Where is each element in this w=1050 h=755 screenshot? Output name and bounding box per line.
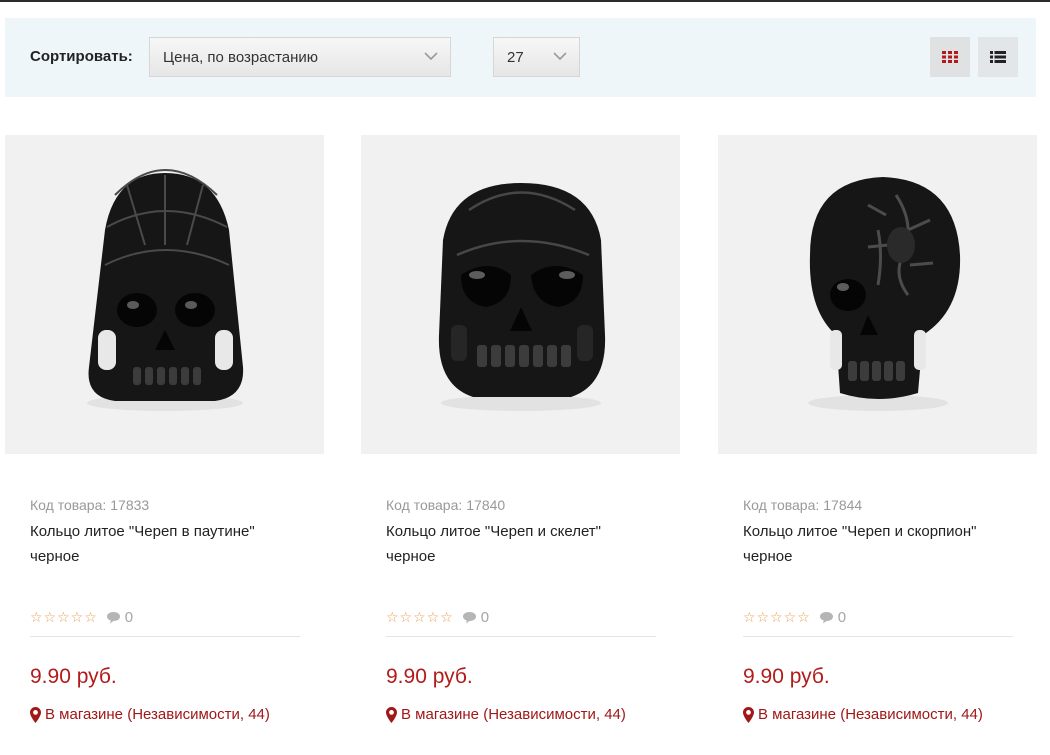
product-code-label: Код товара:: [743, 497, 820, 513]
product-title[interactable]: Кольцо литое "Череп и скелет" черное: [386, 519, 641, 569]
product-code-value: 17840: [466, 497, 506, 513]
grid-icon: [942, 51, 958, 63]
map-marker-icon: [30, 706, 41, 723]
store-availability[interactable]: В магазине (Независимости, 44): [743, 706, 983, 723]
sort-label: Сортировать:: [30, 48, 133, 65]
rating-stars[interactable]: ☆☆☆☆☆: [30, 609, 98, 626]
product-code: Код товара: 17833: [30, 497, 149, 513]
top-border: [0, 0, 1050, 2]
comments-count[interactable]: 0: [462, 609, 489, 626]
divider: [743, 636, 1013, 637]
comments-count-value: 0: [480, 609, 490, 626]
per-page-value: 27: [507, 49, 524, 66]
sort-select[interactable]: Цена, по возрастанию: [149, 37, 451, 77]
grid-view-button[interactable]: [930, 37, 970, 77]
product-code-label: Код товара:: [386, 497, 463, 513]
comments-count-value: 0: [837, 609, 847, 626]
store-text: В магазине (Независимости, 44): [401, 706, 626, 723]
product-rating: ☆☆☆☆☆ 0: [386, 609, 489, 626]
sort-select-value: Цена, по возрастанию: [163, 49, 319, 66]
product-price: 9.90 руб.: [743, 665, 830, 688]
product-code-value: 17833: [110, 497, 150, 513]
product-rating: ☆☆☆☆☆ 0: [30, 609, 133, 626]
product-card: Код товара: 17833 Кольцо литое "Череп в п…: [5, 135, 324, 735]
rating-stars[interactable]: ☆☆☆☆☆: [743, 609, 811, 626]
store-availability[interactable]: В магазине (Независимости, 44): [386, 706, 626, 723]
chevron-down-icon: [553, 52, 567, 61]
product-code-value: 17844: [823, 497, 863, 513]
store-text: В магазине (Независимости, 44): [45, 706, 270, 723]
product-price: 9.90 руб.: [30, 665, 117, 688]
comments-count[interactable]: 0: [819, 609, 846, 626]
divider: [30, 636, 300, 637]
product-image[interactable]: [718, 135, 1037, 454]
comments-count[interactable]: 0: [106, 609, 133, 626]
divider: [386, 636, 656, 637]
list-icon: [990, 51, 1006, 63]
comment-icon: [106, 612, 120, 624]
product-code: Код товара: 17844: [743, 497, 862, 513]
map-marker-icon: [743, 706, 754, 723]
product-code-label: Код товара:: [30, 497, 107, 513]
chevron-down-icon: [424, 52, 438, 61]
product-image[interactable]: [361, 135, 680, 454]
product-rating: ☆☆☆☆☆ 0: [743, 609, 846, 626]
product-price: 9.90 руб.: [386, 665, 473, 688]
product-code: Код товара: 17840: [386, 497, 505, 513]
product-card: Код товара: 17840 Кольцо литое "Череп и с…: [361, 135, 680, 735]
product-title[interactable]: Кольцо литое "Череп и скорпион" черное: [743, 519, 998, 569]
product-card: Код товара: 17844 Кольцо литое "Череп и с…: [718, 135, 1037, 735]
comment-icon: [819, 612, 833, 624]
list-view-button[interactable]: [978, 37, 1018, 77]
product-title[interactable]: Кольцо литое "Череп в паутине" черное: [30, 519, 285, 569]
rating-stars[interactable]: ☆☆☆☆☆: [386, 609, 454, 626]
map-marker-icon: [386, 706, 397, 723]
per-page-select[interactable]: 27: [493, 37, 580, 77]
comment-icon: [462, 612, 476, 624]
comments-count-value: 0: [124, 609, 134, 626]
sort-toolbar: Сортировать: Цена, по возрастанию 27: [5, 18, 1036, 97]
store-availability[interactable]: В магазине (Независимости, 44): [30, 706, 270, 723]
product-image[interactable]: [5, 135, 324, 454]
store-text: В магазине (Независимости, 44): [758, 706, 983, 723]
